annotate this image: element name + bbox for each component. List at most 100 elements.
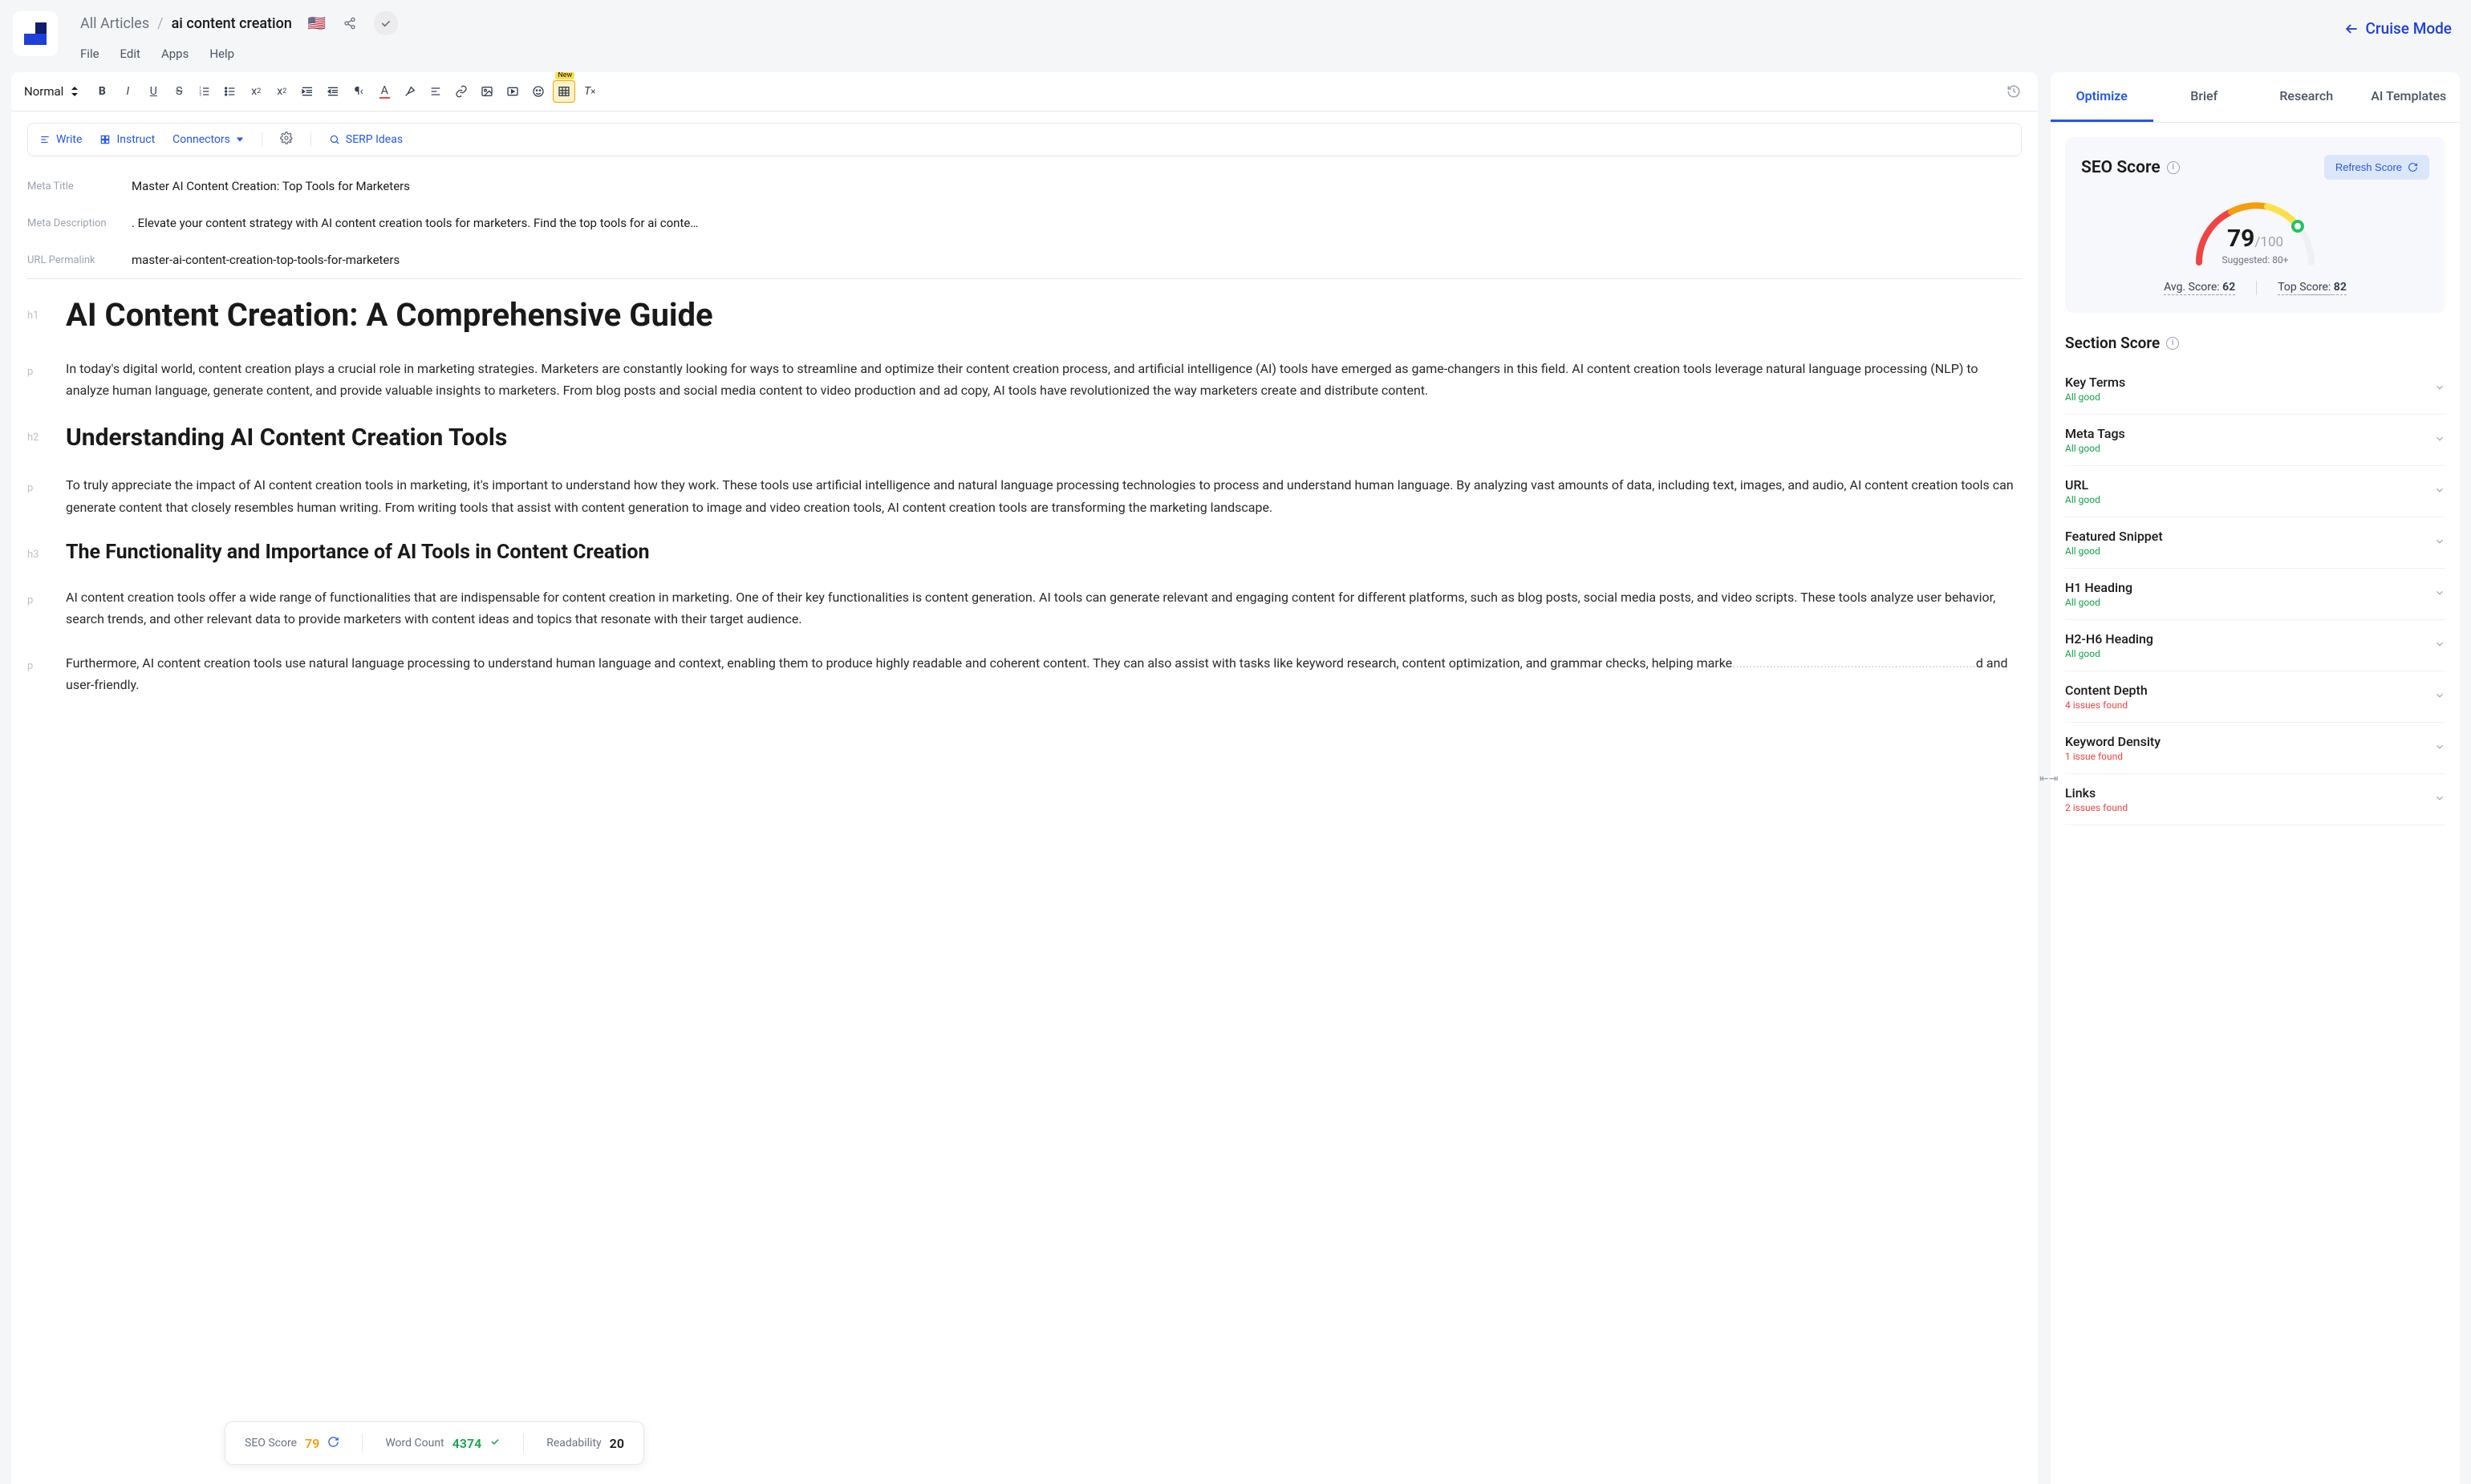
chevron-down-icon [2434, 433, 2445, 448]
connectors-label: Connectors [172, 133, 230, 146]
instruct-label: Instruct [116, 133, 155, 146]
section-item[interactable]: Meta TagsAll good [2065, 415, 2445, 466]
text-direction-icon[interactable]: ¶‹ [347, 80, 370, 103]
breadcrumb-root[interactable]: All Articles [80, 15, 149, 32]
locale-flag-icon[interactable]: 🇺🇸 [308, 15, 326, 32]
text-color-icon[interactable]: A [373, 80, 396, 103]
meta-description-input[interactable]: . Elevate your content strategy with AI … [132, 216, 2022, 230]
status-wc-label: Word Count [385, 1437, 444, 1450]
chevron-down-icon [2434, 587, 2445, 602]
section-status: 4 issues found [2065, 699, 2148, 711]
history-icon[interactable] [2002, 80, 2025, 103]
indent-icon[interactable] [322, 80, 344, 103]
write-label: Write [56, 133, 82, 146]
section-item[interactable]: H2-H6 HeadingAll good [2065, 620, 2445, 671]
side-tabs: Optimize Brief Research AI Templates [2051, 72, 2460, 123]
refresh-icon[interactable] [327, 1436, 339, 1451]
meta-fields: Meta Title Master AI Content Creation: T… [11, 168, 2038, 278]
paragraph[interactable]: To truly appreciate the impact of AI con… [66, 474, 2022, 517]
section-item[interactable]: H1 HeadingAll good [2065, 569, 2445, 620]
superscript-icon[interactable]: x2 [270, 80, 293, 103]
url-permalink-input[interactable]: master-ai-content-creation-top-tools-for… [132, 253, 2022, 267]
serp-label: SERP Ideas [346, 133, 403, 146]
app-logo[interactable] [13, 11, 58, 56]
status-seo-label: SEO Score [245, 1437, 297, 1450]
section-item[interactable]: Key TermsAll good [2065, 363, 2445, 415]
image-icon[interactable] [476, 80, 498, 103]
block-tag-p: p [27, 586, 66, 630]
italic-icon[interactable]: I [116, 80, 139, 103]
heading-h2[interactable]: Understanding AI Content Creation Tools [66, 424, 2022, 452]
subscript-icon[interactable]: x2 [245, 80, 267, 103]
section-name: Key Terms [2065, 375, 2125, 390]
score-gauge: 79/100 Suggested: 80+ [2187, 194, 2323, 266]
tab-ai-templates[interactable]: AI Templates [2358, 72, 2461, 122]
check-icon [489, 1436, 501, 1450]
outdent-icon[interactable] [296, 80, 319, 103]
paragraph[interactable]: In today's digital world, content creati… [66, 358, 2022, 401]
refresh-score-label: Refresh Score [2335, 161, 2402, 173]
document-body[interactable]: h1 AI Content Creation: A Comprehensive … [11, 279, 2038, 1484]
highlight-icon[interactable] [399, 80, 421, 103]
section-status: All good [2065, 545, 2163, 557]
paragraph[interactable]: Furthermore, AI content creation tools u… [66, 652, 2022, 695]
menu-apps[interactable]: Apps [161, 47, 189, 61]
section-status: 1 issue found [2065, 751, 2161, 762]
section-name: H1 Heading [2065, 580, 2132, 595]
bold-icon[interactable]: B [91, 80, 113, 103]
status-readability-value: 20 [610, 1436, 624, 1451]
section-score-title: Section Score i [2065, 334, 2445, 352]
chevron-down-icon [2434, 536, 2445, 550]
tab-brief[interactable]: Brief [2153, 72, 2256, 122]
top-score: Top Score: 82 [2278, 281, 2347, 295]
status-check-icon[interactable] [374, 11, 398, 35]
video-icon[interactable] [501, 80, 524, 103]
serp-ideas-button[interactable]: SERP Ideas [329, 133, 403, 146]
menu-edit[interactable]: Edit [120, 47, 140, 61]
section-item[interactable]: URLAll good [2065, 466, 2445, 517]
table-icon[interactable] [553, 80, 575, 103]
section-name: Meta Tags [2065, 426, 2125, 441]
section-status: 2 issues found [2065, 802, 2128, 813]
meta-title-input[interactable]: Master AI Content Creation: Top Tools fo… [132, 179, 2022, 193]
section-name: URL [2065, 477, 2100, 493]
heading-h1[interactable]: AI Content Creation: A Comprehensive Gui… [66, 295, 2022, 335]
info-icon[interactable]: i [2166, 337, 2179, 350]
share-icon[interactable] [339, 12, 361, 34]
align-icon[interactable] [424, 80, 447, 103]
meta-title-label: Meta Title [27, 180, 132, 193]
underline-icon[interactable]: U [142, 80, 164, 103]
clear-format-icon[interactable]: T× [578, 80, 601, 103]
menu-help[interactable]: Help [209, 47, 234, 61]
tab-research[interactable]: Research [2255, 72, 2358, 122]
section-item[interactable]: Keyword Density1 issue found [2065, 723, 2445, 774]
paragraph-style-select[interactable]: Normal [24, 84, 87, 99]
heading-h3[interactable]: The Functionality and Importance of AI T… [66, 541, 2022, 564]
section-name: Content Depth [2065, 683, 2148, 698]
emoji-icon[interactable] [527, 80, 550, 103]
section-item[interactable]: Featured SnippetAll good [2065, 517, 2445, 569]
ordered-list-icon[interactable]: 123 [193, 80, 216, 103]
chevron-down-icon [2434, 382, 2445, 396]
strikethrough-icon[interactable]: S [168, 80, 190, 103]
instruct-button[interactable]: Instruct [99, 133, 155, 146]
cruise-mode-button[interactable]: Cruise Mode [2343, 11, 2453, 38]
paragraph[interactable]: AI content creation tools offer a wide r… [66, 586, 2022, 630]
connectors-dropdown[interactable]: Connectors [172, 133, 244, 146]
write-button[interactable]: Write [39, 133, 82, 146]
section-status: All good [2065, 391, 2125, 403]
section-item[interactable]: Content Depth4 issues found [2065, 671, 2445, 723]
meta-description-label: Meta Description [27, 217, 132, 229]
tab-optimize[interactable]: Optimize [2051, 72, 2153, 122]
refresh-score-button[interactable]: Refresh Score [2324, 155, 2429, 180]
split-handle-icon[interactable]: ⇤⇥ [2039, 772, 2058, 785]
svg-text:3: 3 [200, 92, 202, 97]
unordered-list-icon[interactable] [219, 80, 241, 103]
block-tag-h1: h1 [27, 295, 66, 335]
link-icon[interactable] [450, 80, 473, 103]
settings-icon[interactable] [280, 132, 293, 148]
info-icon[interactable]: i [2167, 161, 2180, 174]
seo-score-title: SEO Score i [2081, 158, 2180, 177]
section-item[interactable]: Links2 issues found [2065, 774, 2445, 825]
menu-file[interactable]: File [80, 47, 99, 61]
